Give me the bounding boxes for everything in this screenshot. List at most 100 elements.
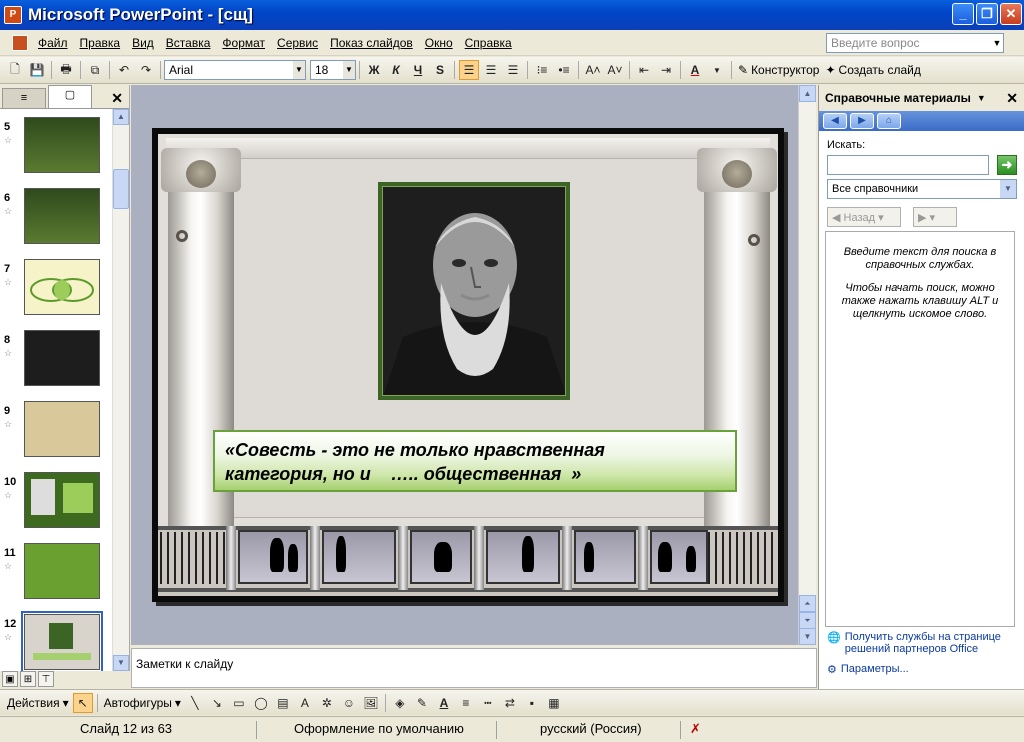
- thumbnail-scrollbar[interactable]: ▲ ▼: [112, 109, 129, 671]
- menu-window[interactable]: Окно: [419, 36, 459, 50]
- slideshow-view-icon[interactable]: ⊤: [38, 671, 54, 687]
- chevron-down-icon[interactable]: ▼: [343, 61, 355, 79]
- close-icon[interactable]: ✕: [111, 88, 123, 108]
- picture-icon[interactable]: 🖼: [361, 693, 381, 713]
- slide-thumbnail-12[interactable]: 12 ☆: [0, 611, 112, 676]
- arrow-icon[interactable]: ↘: [207, 693, 227, 713]
- chevron-down-icon[interactable]: ▼: [990, 33, 1004, 53]
- chevron-down-icon[interactable]: ▼: [977, 93, 986, 103]
- back-arrow-icon[interactable]: ◀: [823, 113, 847, 129]
- increase-indent-icon[interactable]: ⇥: [656, 60, 676, 80]
- notes-field[interactable]: Заметки к слайду: [131, 648, 817, 688]
- numbering-icon[interactable]: ⁝≡: [532, 60, 552, 80]
- menu-file[interactable]: Файл: [32, 36, 74, 50]
- next-slide-icon[interactable]: ⏷: [799, 612, 816, 629]
- font-color-icon[interactable]: A: [685, 60, 705, 80]
- sorter-view-icon[interactable]: ⊞: [20, 671, 36, 687]
- oval-icon[interactable]: ◯: [251, 693, 271, 713]
- reference-source-select[interactable]: Все справочники ▼: [827, 179, 1017, 199]
- increase-font-button[interactable]: A˄: [583, 60, 603, 80]
- quote-text-box[interactable]: «Совесть - это не только нравственная ка…: [213, 430, 737, 492]
- rectangle-icon[interactable]: ▭: [229, 693, 249, 713]
- align-center-icon[interactable]: ☰: [481, 60, 501, 80]
- print-icon[interactable]: 🖶: [56, 60, 76, 80]
- normal-view-icon[interactable]: ▣: [2, 671, 18, 687]
- clipart-icon[interactable]: ☺: [339, 693, 359, 713]
- autoshapes-button[interactable]: Автофигуры ▾: [101, 696, 184, 710]
- menu-help[interactable]: Справка: [459, 36, 518, 50]
- diagram-icon[interactable]: ✲: [317, 693, 337, 713]
- home-icon[interactable]: ⌂: [877, 113, 901, 129]
- chevron-down-icon[interactable]: ▼: [1000, 180, 1016, 198]
- close-button[interactable]: ✕: [1000, 3, 1022, 25]
- scroll-thumb[interactable]: [113, 169, 129, 209]
- scroll-down-icon[interactable]: ▼: [113, 655, 129, 671]
- line-style-icon[interactable]: ≡: [456, 693, 476, 713]
- font-size-select[interactable]: 18 ▼: [310, 60, 356, 80]
- scroll-down-icon[interactable]: ▼: [799, 628, 816, 645]
- shadow-button[interactable]: S: [430, 60, 450, 80]
- slide-thumbnail-8[interactable]: 8 ☆: [0, 330, 112, 392]
- font-name-select[interactable]: Arial ▼: [164, 60, 306, 80]
- services-link[interactable]: 🌐 Получить службы на странице решений па…: [827, 631, 1024, 655]
- editor-scrollbar[interactable]: ▲ ⏶ ⏷ ▼: [798, 85, 816, 645]
- bullets-icon[interactable]: •≡: [554, 60, 574, 80]
- font-color-icon[interactable]: A: [434, 693, 454, 713]
- search-input[interactable]: [827, 155, 989, 175]
- slide-thumbnail-10[interactable]: 10 ☆: [0, 472, 112, 534]
- forward-button[interactable]: ▶ ▾: [913, 207, 957, 227]
- italic-button[interactable]: К: [386, 60, 406, 80]
- decrease-font-button[interactable]: A˅: [605, 60, 625, 80]
- line-icon[interactable]: ╲: [185, 693, 205, 713]
- save-icon[interactable]: 💾: [27, 60, 47, 80]
- shadow-icon[interactable]: ▪: [522, 693, 542, 713]
- ask-question-input[interactable]: Введите вопрос: [826, 33, 1004, 53]
- 3d-icon[interactable]: ▦: [544, 693, 564, 713]
- minimize-button[interactable]: _: [952, 3, 974, 25]
- undo-icon[interactable]: ↶: [114, 60, 134, 80]
- search-go-button[interactable]: ➜: [997, 155, 1017, 175]
- menu-tools[interactable]: Сервис: [271, 36, 324, 50]
- underline-button[interactable]: Ч: [408, 60, 428, 80]
- maximize-button[interactable]: ❐: [976, 3, 998, 25]
- params-link[interactable]: ⚙ Параметры...: [827, 663, 909, 676]
- bold-button[interactable]: Ж: [364, 60, 384, 80]
- decrease-indent-icon[interactable]: ⇤: [634, 60, 654, 80]
- actions-button[interactable]: Действия ▾: [4, 696, 72, 710]
- spelling-icon[interactable]: ✗: [690, 721, 701, 737]
- chevron-down-icon[interactable]: ▼: [707, 60, 727, 80]
- slide-thumbnail-11[interactable]: 11 ☆: [0, 543, 112, 605]
- dash-style-icon[interactable]: ┅: [478, 693, 498, 713]
- align-right-icon[interactable]: ☰: [503, 60, 523, 80]
- document-icon[interactable]: [12, 34, 28, 51]
- slide-thumbnail-6[interactable]: 6 ☆: [0, 188, 112, 250]
- menu-view[interactable]: Вид: [126, 36, 160, 50]
- tab-slides[interactable]: ▢: [48, 85, 92, 108]
- line-color-icon[interactable]: ✎: [412, 693, 432, 713]
- arrow-style-icon[interactable]: ⇄: [500, 693, 520, 713]
- tab-outline[interactable]: ≡: [2, 88, 46, 108]
- scroll-up-icon[interactable]: ▲: [113, 109, 129, 125]
- close-icon[interactable]: ✕: [1006, 90, 1018, 107]
- wordart-icon[interactable]: A: [295, 693, 315, 713]
- textbox-icon[interactable]: ▤: [273, 693, 293, 713]
- copy-icon[interactable]: ⧉: [85, 60, 105, 80]
- menu-insert[interactable]: Вставка: [160, 36, 217, 50]
- designer-button[interactable]: ✎ Конструктор: [735, 63, 822, 77]
- fill-color-icon[interactable]: ◈: [390, 693, 410, 713]
- slide-thumbnail-9[interactable]: 9 ☆: [0, 401, 112, 463]
- align-left-icon[interactable]: ☰: [459, 60, 479, 80]
- previous-slide-icon[interactable]: ⏶: [799, 595, 816, 612]
- select-pointer-icon[interactable]: ↖: [72, 692, 93, 713]
- new-slide-button[interactable]: ✦ Создать слайд: [822, 63, 923, 77]
- scroll-up-icon[interactable]: ▲: [799, 85, 816, 102]
- menu-format[interactable]: Формат: [216, 36, 271, 50]
- portrait-frame[interactable]: [378, 182, 570, 400]
- current-slide[interactable]: «Совесть - это не только нравственная ка…: [152, 128, 784, 602]
- new-icon[interactable]: 🗋: [5, 60, 25, 80]
- slide-thumbnail-7[interactable]: 7 ☆: [0, 259, 112, 321]
- menu-slideshow[interactable]: Показ слайдов: [324, 36, 419, 50]
- slide-thumbnail-5[interactable]: 5 ☆: [0, 117, 112, 179]
- redo-icon[interactable]: ↷: [136, 60, 156, 80]
- chevron-down-icon[interactable]: ▼: [293, 61, 305, 79]
